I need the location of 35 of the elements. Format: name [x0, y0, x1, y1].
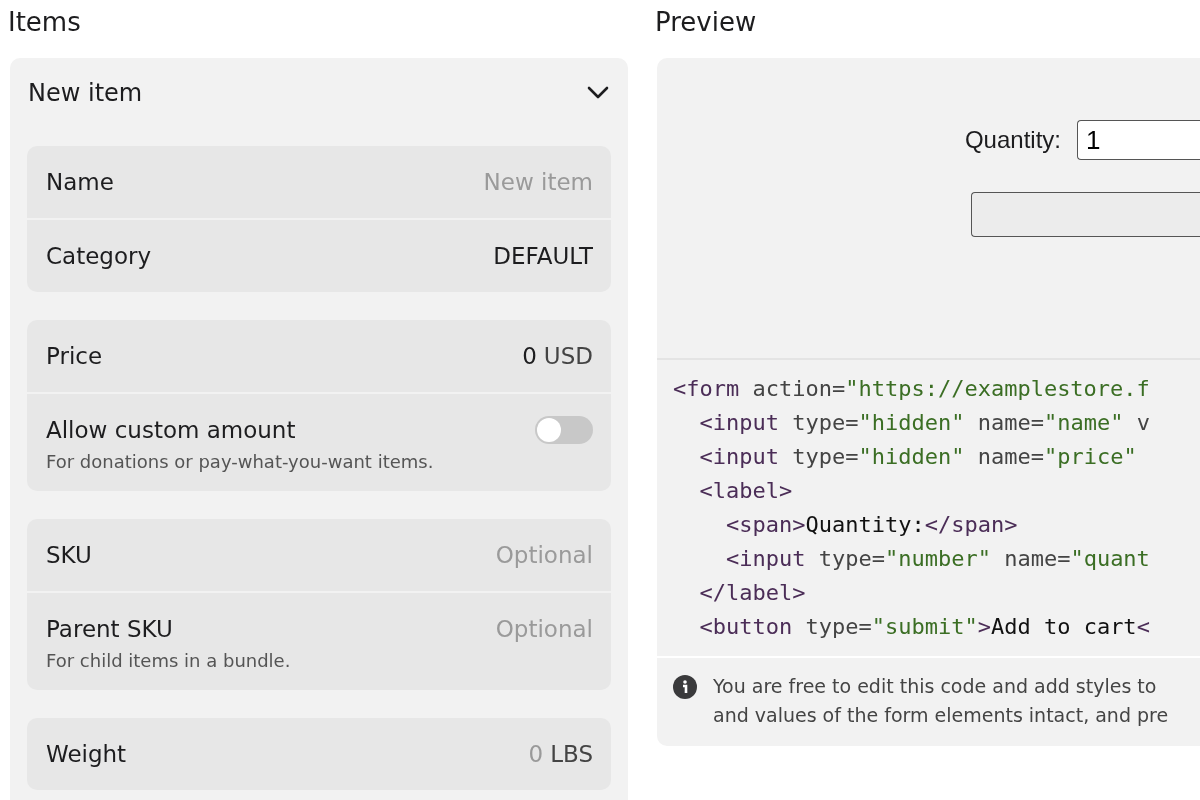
code-line: <label> [698, 477, 794, 505]
chevron-icon[interactable] [587, 86, 609, 100]
field-label: Category [46, 242, 152, 271]
code-line: </label> [698, 579, 807, 607]
value-field[interactable]: New item [471, 165, 593, 199]
code-line: <input type="hidden" name="price" [698, 443, 1138, 471]
field-label: Name [46, 168, 114, 197]
field-label: SKU [46, 541, 92, 570]
value-field[interactable]: 0 [528, 737, 544, 771]
field-hint: For donations or pay-what-you-want items. [46, 451, 434, 472]
value-field[interactable]: 0 [521, 339, 537, 373]
info-icon [673, 675, 697, 699]
code-line: <form action="https://examplestore.f [673, 375, 1151, 403]
info-text: You are free to edit this code and add styles to and values of the form elements intact, and pre [713, 674, 1169, 728]
section-title: Items [8, 6, 82, 39]
code-line: <button type="submit">Add to cart< [698, 613, 1151, 641]
code-line: <input type="number" name="quant [724, 545, 1151, 573]
card-title: New item [28, 79, 143, 107]
value-field[interactable]: Optional [471, 538, 593, 572]
code-line: <span>Quantity:</span> [724, 511, 1019, 539]
field-label: Weight [46, 740, 127, 769]
toggle-switch[interactable] [535, 416, 593, 444]
quantity-field[interactable]: 1 [1077, 120, 1200, 160]
value-field[interactable]: DEFAULT [486, 239, 593, 273]
unit-label: LBS [550, 740, 593, 769]
field-label: Price [46, 342, 103, 371]
field-label: Parent SKU [46, 615, 174, 644]
value-field[interactable]: Optional [471, 612, 593, 646]
field-label: Allow custom amount [46, 416, 297, 445]
code-line: <input type="hidden" name="name" v [698, 409, 1151, 437]
quantity-label: Quantity: [964, 126, 1061, 154]
unit-label: USD [543, 342, 593, 371]
section-title: Preview [655, 6, 758, 39]
field-hint: For child items in a bundle. [46, 650, 291, 671]
preview-button[interactable] [971, 192, 1200, 237]
